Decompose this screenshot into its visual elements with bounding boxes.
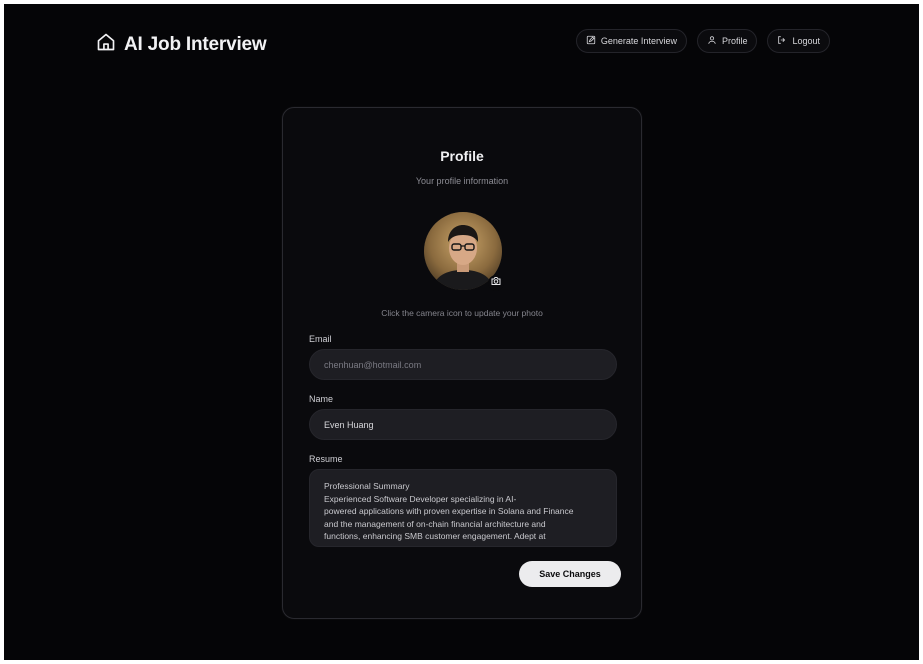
email-field[interactable]: chenhuan@hotmail.com xyxy=(309,349,617,380)
resume-label: Resume xyxy=(309,454,343,464)
avatar-hint: Click the camera icon to update your pho… xyxy=(381,308,543,318)
home-icon xyxy=(96,32,116,58)
logout-button[interactable]: Logout xyxy=(767,29,830,53)
profile-button[interactable]: Profile xyxy=(696,29,758,53)
profile-label: Profile xyxy=(721,36,748,46)
camera-button[interactable] xyxy=(488,275,504,291)
email-label: Email xyxy=(309,334,332,344)
brand-title: AI Job Interview xyxy=(124,34,267,55)
generate-interview-button[interactable]: Generate Interview xyxy=(575,29,687,53)
generate-interview-label: Generate Interview xyxy=(600,36,677,46)
top-nav: Generate Interview Profile Logout xyxy=(575,29,830,53)
resume-textarea[interactable]: Professional Summary Experienced Softwar… xyxy=(309,469,617,547)
page-subtitle: Your profile information xyxy=(415,176,509,186)
edit-icon xyxy=(586,35,596,47)
logout-icon xyxy=(777,35,787,47)
app-window: AI Job Interview Generate Interview Prof… xyxy=(4,4,919,660)
save-changes-button[interactable]: Save Changes xyxy=(519,561,621,587)
page-title: Profile xyxy=(440,148,484,164)
avatar-container xyxy=(424,212,504,291)
user-icon xyxy=(707,35,717,47)
name-label: Name xyxy=(309,394,334,404)
logout-label: Logout xyxy=(792,36,820,46)
name-field[interactable]: Even Huang xyxy=(309,409,617,440)
profile-card: Profile Your profile information Click t… xyxy=(282,107,642,619)
brand[interactable]: AI Job Interview xyxy=(96,32,267,58)
camera-icon xyxy=(490,274,502,292)
